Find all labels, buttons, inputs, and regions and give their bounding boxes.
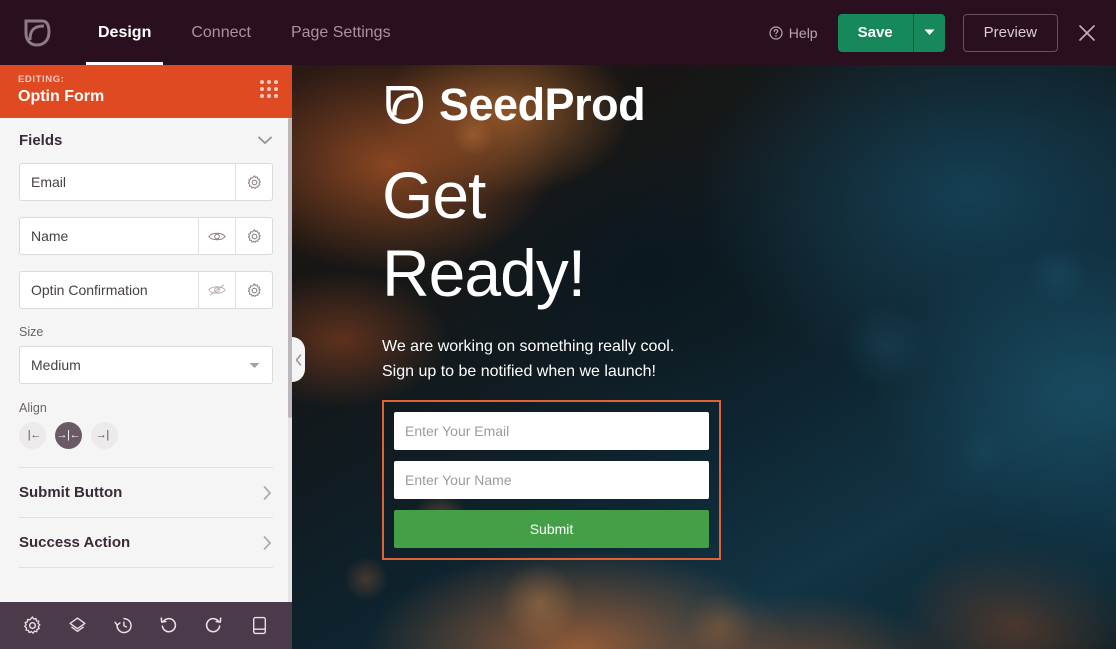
field-row-name[interactable]: Name [19,217,273,255]
sidebar-panel-scroll[interactable]: Fields Email Name Optin Confirmation Siz… [0,118,292,602]
main-nav-tabs: Design Connect Page Settings [78,0,411,65]
question-circle-icon [769,25,783,40]
size-control-label: Size [19,325,44,339]
subtext-line-1: We are working on something really cool. [382,337,675,355]
preview-subtext[interactable]: We are working on something really cool.… [382,335,1116,385]
seedprod-leaf-logo-icon [382,83,426,127]
chevron-down-icon [924,29,935,36]
preview-content: SeedProd Get Ready! We are working on so… [292,65,1116,649]
layers-icon[interactable] [55,602,100,649]
eye-icon[interactable] [198,218,235,254]
align-left-glyph: |← [25,429,40,442]
editing-header: EDITING: Optin Form [0,65,292,118]
top-bar-actions: Help Save Preview [769,13,1116,52]
help-label: Help [788,24,818,41]
field-row-optin-confirmation[interactable]: Optin Confirmation [19,271,273,309]
eye-slash-icon[interactable] [198,272,235,308]
tab-page-settings[interactable]: Page Settings [271,0,411,65]
close-x-icon [1078,24,1096,42]
preview-name-input[interactable]: Enter Your Name [394,461,709,500]
preview-submit-label: Submit [529,521,574,538]
preview-button[interactable]: Preview [962,13,1058,52]
field-row-email[interactable]: Email [19,163,273,201]
fields-section-header[interactable]: Fields [0,118,292,163]
redo-arrow-icon[interactable] [191,602,236,649]
save-button-group: Save [837,13,945,52]
chevron-down-icon[interactable] [258,136,272,145]
close-editor-button[interactable] [1072,18,1102,48]
align-button-group: |← →|← →| [19,422,273,449]
seedprod-leaf-logo-icon[interactable] [14,10,60,56]
preview-email-placeholder: Enter Your Email [405,423,510,440]
top-bar: Design Connect Page Settings Help Save P… [0,0,1116,65]
fields-panel-body: Email Name Optin Confirmation Size Mediu… [0,163,292,449]
save-dropdown-toggle[interactable] [912,13,945,52]
preview-logo[interactable]: SeedProd [382,82,1116,127]
field-row-label: Name [31,228,69,244]
editor-sidebar: EDITING: Optin Form Fields Email Name Op… [0,65,292,649]
chevron-right-icon [263,485,272,500]
gear-icon[interactable] [235,272,272,308]
editing-header-labels: EDITING: Optin Form [18,72,104,106]
accordion-label: Submit Button [19,484,123,501]
accordion-label: Success Action [19,534,131,551]
tab-design[interactable]: Design [78,0,171,65]
device-preview-icon[interactable] [237,602,282,649]
editing-title-label: Optin Form [18,88,105,105]
headline-line-2: Ready! [382,235,586,310]
size-select-value: Medium [31,357,81,373]
preview-headline[interactable]: Get Ready! [382,157,1116,313]
preview-label: Preview [983,24,1037,41]
grid-dots-drag-handle-icon[interactable] [260,80,278,98]
page-preview-canvas[interactable]: SeedProd Get Ready! We are working on so… [292,65,1116,649]
gear-settings-icon[interactable] [10,602,55,649]
editing-eyebrow-label: EDITING: [18,74,65,85]
accordion-success-action[interactable]: Success Action [0,518,292,567]
size-select[interactable]: Medium [19,346,273,384]
align-center-icon[interactable]: →|← [55,422,82,449]
subtext-line-2: Sign up to be notified when we launch! [382,362,656,380]
save-button[interactable]: Save [837,13,913,52]
undo-arrow-icon[interactable] [146,602,191,649]
chevron-right-icon [263,535,272,550]
optin-form-block-selected[interactable]: Enter Your Email Enter Your Name Submit [382,400,721,561]
sidebar-collapse-toggle[interactable] [292,337,305,382]
sidebar-bottom-toolbar [0,602,292,649]
align-control-label: Align [19,401,47,415]
gear-icon[interactable] [235,218,272,254]
headline-line-1: Get [382,158,486,232]
align-center-glyph: →|← [58,429,79,442]
preview-email-input[interactable]: Enter Your Email [394,412,709,451]
align-left-icon[interactable]: |← [19,422,46,449]
field-row-label: Email [31,174,67,190]
accordion-submit-button[interactable]: Submit Button [0,468,292,517]
preview-submit-button[interactable]: Submit [394,510,709,549]
tab-connect[interactable]: Connect [171,0,271,65]
fields-section-title: Fields [19,132,63,149]
align-right-glyph: →| [97,429,112,442]
preview-name-placeholder: Enter Your Name [405,472,512,489]
preview-logo-text: SeedProd [439,79,646,130]
divider [19,567,273,568]
gear-icon[interactable] [235,164,272,200]
save-label: Save [857,24,893,41]
tab-connect-label: Connect [191,23,251,41]
revision-history-clock-icon[interactable] [101,602,146,649]
field-row-label: Optin Confirmation [31,282,148,298]
help-button[interactable]: Help [769,25,818,41]
tab-page-settings-label: Page Settings [290,23,391,41]
chevron-left-icon [295,353,302,366]
align-right-icon[interactable]: →| [91,422,118,449]
tab-design-label: Design [98,23,152,41]
caret-down-icon [249,362,260,369]
